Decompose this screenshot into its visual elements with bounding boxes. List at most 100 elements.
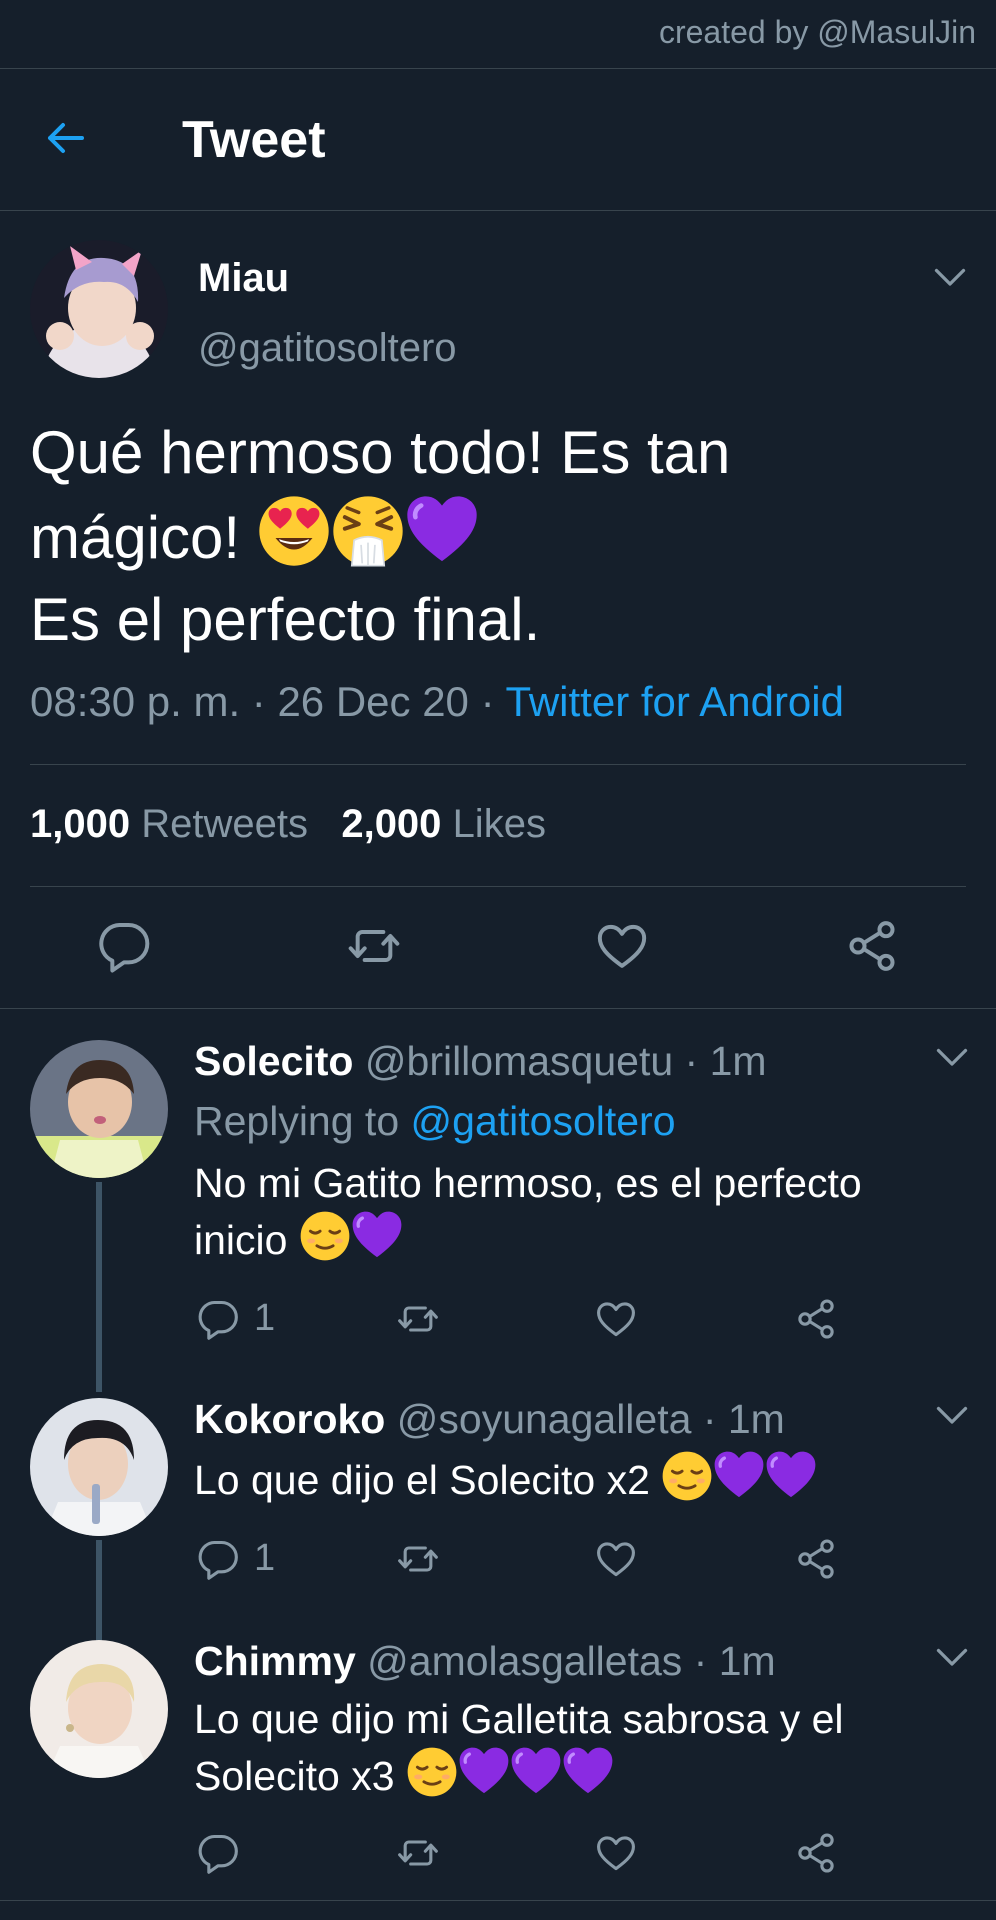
retweet-button[interactable] xyxy=(396,1536,440,1580)
reply-icon xyxy=(196,1297,240,1341)
like-button[interactable] xyxy=(594,1296,638,1340)
tweet-date: 26 Dec 20 xyxy=(277,678,469,725)
back-arrow-icon xyxy=(48,123,84,153)
tweet-meta: 08:30 p. m. · 26 Dec 20 · Twitter for An… xyxy=(30,678,844,725)
reply-author-name[interactable]: Kokoroko xyxy=(194,1396,385,1442)
replying-to-mention[interactable]: @gatitosoltero xyxy=(411,1098,676,1144)
share-icon xyxy=(794,1537,838,1581)
reply-icon xyxy=(196,1537,240,1581)
reply-text: Lo que dijo mi Galletita sabrosa y el So… xyxy=(194,1692,934,1803)
reply-avatar[interactable] xyxy=(30,1040,168,1178)
reply-text-line-with-emoji: Lo que dijo el Solecito x2 xyxy=(194,1450,934,1507)
reply-author-name[interactable]: Solecito xyxy=(194,1038,353,1084)
reply-icon xyxy=(196,1831,240,1875)
reply-author-handle[interactable]: @soyunagalleta xyxy=(397,1396,692,1442)
tweet-text-fragment: mágico! xyxy=(30,504,241,571)
purple-heart-emoji xyxy=(405,494,479,568)
reply-button[interactable] xyxy=(96,918,152,974)
purple-heart-emoji xyxy=(510,1746,562,1798)
retweet-button[interactable] xyxy=(346,918,402,974)
share-icon xyxy=(794,1297,838,1341)
tweet-stats: 1,000 Retweets 2,000 Likes xyxy=(30,802,546,847)
reply-text-fragment: Solecito x3 xyxy=(194,1753,395,1799)
reply-avatar[interactable] xyxy=(30,1398,168,1536)
thread-connector xyxy=(96,1540,102,1642)
reply-time: 1m xyxy=(718,1638,776,1684)
likes-label[interactable]: Likes xyxy=(453,802,546,846)
tweet-text-line-with-emoji: mágico! xyxy=(30,494,960,579)
retweets-label[interactable]: Retweets xyxy=(141,802,308,846)
reply-header: Chimmy @amolasgalletas · 1m xyxy=(194,1638,776,1684)
reply-button[interactable]: 1 xyxy=(196,1536,275,1580)
author-name[interactable]: Miau xyxy=(198,256,289,301)
thread-connector xyxy=(96,1182,102,1392)
back-button[interactable] xyxy=(42,114,102,164)
reply-header: Kokoroko @soyunagalleta · 1m xyxy=(194,1396,785,1442)
reply-text-line-with-emoji: inicio xyxy=(194,1210,934,1267)
reply-text-line: Lo que dijo mi Galletita sabrosa y el xyxy=(194,1696,844,1742)
reply-author-handle[interactable]: @brillomasquetu xyxy=(365,1038,673,1084)
reply-text-fragment: Lo que dijo el Solecito x2 xyxy=(194,1457,650,1503)
tweet-time: 08:30 p. m. xyxy=(30,678,241,725)
purple-heart-emoji xyxy=(458,1746,510,1798)
retweet-icon xyxy=(396,1297,440,1341)
retweet-icon xyxy=(346,918,402,974)
chevron-down-icon[interactable] xyxy=(932,266,968,290)
bottom-divider xyxy=(0,1900,996,1901)
tweet-source-link[interactable]: Twitter for Android xyxy=(506,678,844,725)
retweets-count[interactable]: 1,000 xyxy=(30,802,130,846)
reply-header: Solecito @brillomasquetu · 1m xyxy=(194,1038,767,1084)
purple-heart-emoji xyxy=(713,1450,765,1502)
chevron-down-icon[interactable] xyxy=(934,1046,970,1070)
like-button[interactable] xyxy=(594,1830,638,1874)
author-avatar[interactable] xyxy=(30,240,168,378)
retweet-icon xyxy=(396,1537,440,1581)
heart-icon xyxy=(594,1537,638,1581)
reply-time: 1m xyxy=(727,1396,785,1442)
tweet-text-line: Qué hermoso todo! Es tan xyxy=(30,419,731,486)
heart-eyes-emoji xyxy=(257,494,331,568)
share-icon xyxy=(844,918,900,974)
reply-button[interactable]: 1 xyxy=(196,1296,275,1340)
reply-author-handle[interactable]: @amolasgalletas xyxy=(367,1638,682,1684)
like-button[interactable] xyxy=(594,1536,638,1580)
reply-count: 1 xyxy=(254,1537,276,1580)
relieved-emoji xyxy=(299,1210,351,1262)
likes-count[interactable]: 2,000 xyxy=(341,802,441,846)
top-app-bar: Tweet xyxy=(0,70,996,210)
reply-text: Lo que dijo el Solecito x2 xyxy=(194,1450,934,1507)
chevron-down-icon[interactable] xyxy=(934,1404,970,1428)
author-handle[interactable]: @gatitosoltero xyxy=(198,326,457,371)
top-divider xyxy=(0,68,996,69)
purple-heart-emoji xyxy=(562,1746,614,1798)
heart-icon xyxy=(594,1831,638,1875)
share-button[interactable] xyxy=(794,1536,838,1580)
reply-icon xyxy=(96,918,152,974)
stats-divider xyxy=(30,886,966,887)
replying-to: Replying to @gatitosoltero xyxy=(194,1098,676,1145)
retweet-button[interactable] xyxy=(396,1830,440,1874)
tweet-text-line: Es el perfecto final. xyxy=(30,586,541,653)
like-button[interactable] xyxy=(594,918,650,974)
relieved-emoji xyxy=(406,1746,458,1798)
reply-count: 1 xyxy=(254,1297,276,1340)
share-button[interactable] xyxy=(844,918,900,974)
reply-author-name[interactable]: Chimmy xyxy=(194,1638,356,1684)
reply-button[interactable] xyxy=(196,1830,254,1874)
retweet-button[interactable] xyxy=(396,1296,440,1340)
reply-text-line-with-emoji: Solecito x3 xyxy=(194,1746,934,1803)
relieved-emoji xyxy=(661,1450,713,1502)
chevron-down-icon[interactable] xyxy=(934,1646,970,1670)
credit-watermark: created by @MasulJin xyxy=(658,14,976,50)
reply-text-fragment: inicio xyxy=(194,1217,288,1263)
retweet-icon xyxy=(396,1831,440,1875)
header-divider xyxy=(0,210,996,211)
page-title: Tweet xyxy=(182,111,326,169)
heart-icon xyxy=(594,918,650,974)
reply-time: 1m xyxy=(709,1038,767,1084)
meta-divider xyxy=(30,764,966,765)
tweet-text: Qué hermoso todo! Es tan mágico! Es el p… xyxy=(30,412,960,661)
share-button[interactable] xyxy=(794,1296,838,1340)
share-button[interactable] xyxy=(794,1830,838,1874)
reply-avatar[interactable] xyxy=(30,1640,168,1778)
